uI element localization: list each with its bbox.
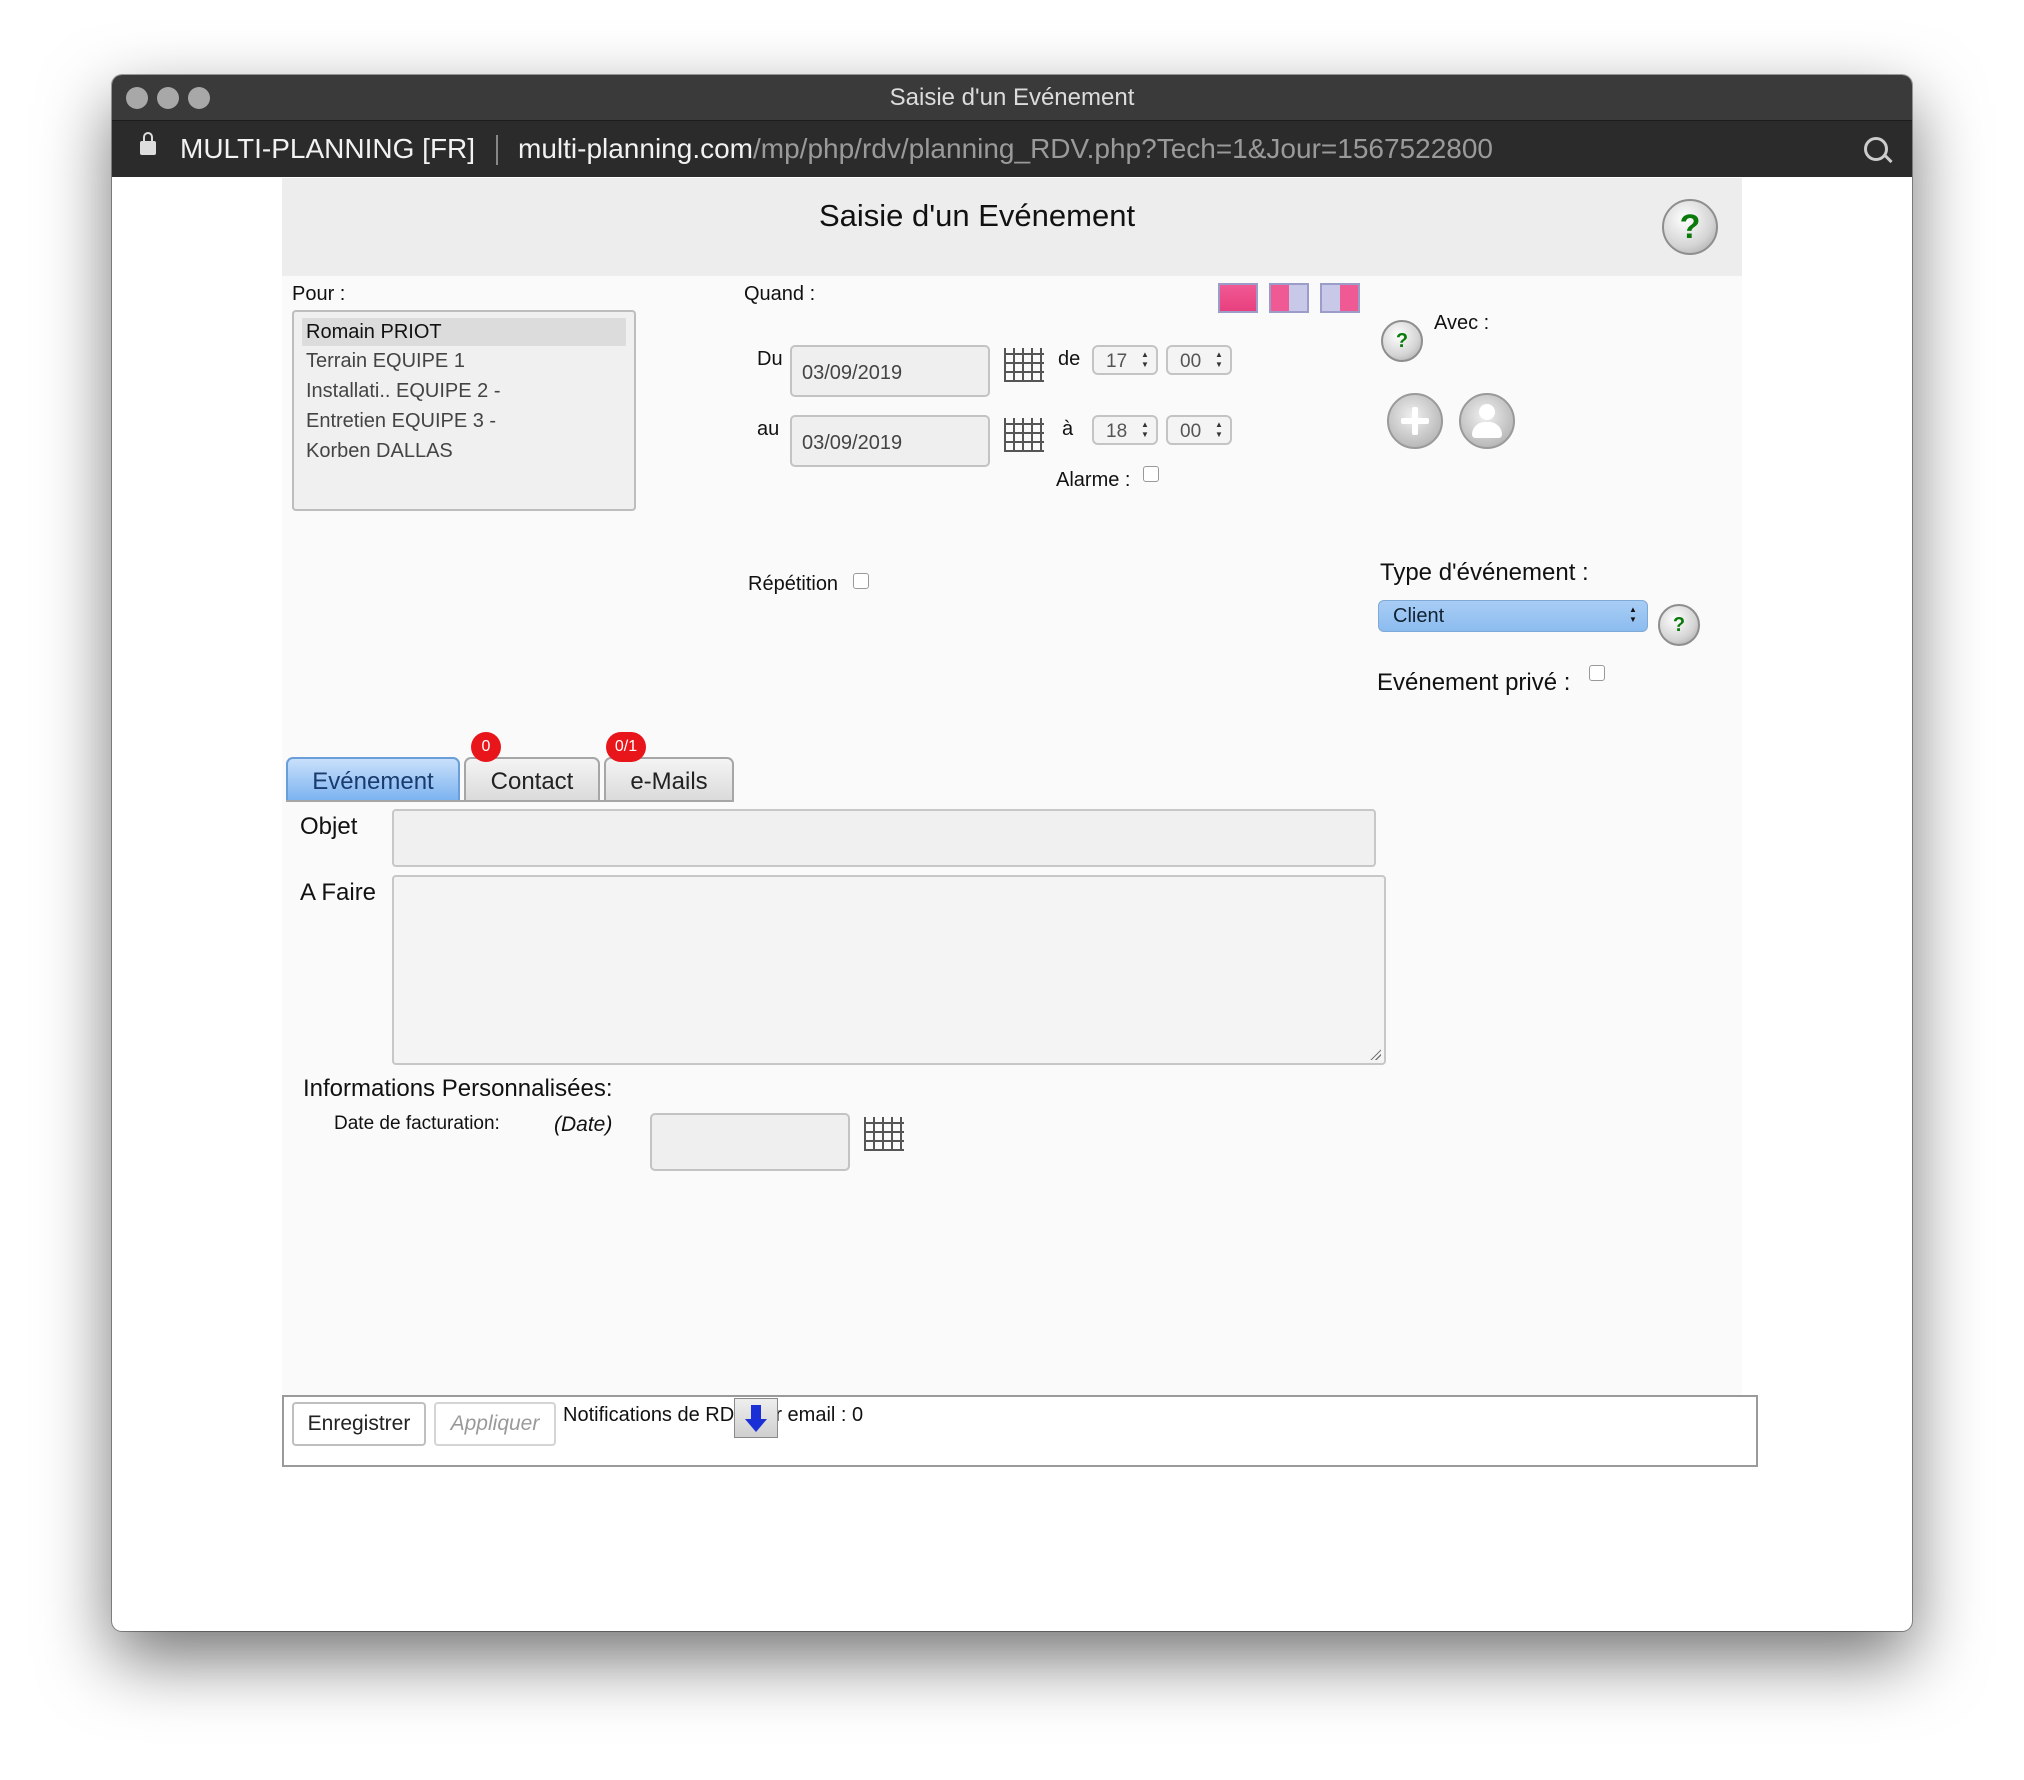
list-item[interactable]: Korben DALLAS bbox=[306, 440, 453, 463]
save-button[interactable]: Enregistrer bbox=[292, 1402, 426, 1446]
tab-underline bbox=[286, 800, 734, 802]
contact-count-badge: 0 bbox=[471, 732, 501, 762]
facturation-label: Date de facturation: bbox=[334, 1113, 500, 1134]
repetition-label: Répétition bbox=[748, 573, 839, 595]
private-event-checkbox[interactable] bbox=[1589, 665, 1605, 681]
objet-input[interactable] bbox=[392, 809, 1376, 867]
list-item[interactable]: Installati.. EQUIPE 2 - bbox=[306, 380, 501, 403]
tab-contact[interactable]: Contact bbox=[464, 757, 600, 801]
calendar-icon[interactable] bbox=[1004, 348, 1044, 382]
url-path: /mp/php/rdv/planning_RDV.php?Tech=1&Jour… bbox=[753, 133, 1493, 164]
end-date-input[interactable]: 03/09/2019 bbox=[790, 415, 990, 467]
plus-icon-vertical bbox=[1412, 407, 1418, 435]
window-title: Saisie d'un Evénement bbox=[889, 84, 1135, 111]
url-host: multi-planning.com bbox=[518, 133, 753, 164]
tab-emails[interactable]: e-Mails bbox=[604, 757, 734, 801]
url-text[interactable]: multi-planning.com/mp/php/rdv/planning_R… bbox=[518, 121, 1493, 177]
notifications-text: Notifications de RDV par email : 0 bbox=[563, 1404, 864, 1426]
type-evenement-label: Type d'événement : bbox=[1380, 559, 1589, 586]
add-participant-button[interactable] bbox=[1387, 393, 1443, 449]
start-minute-select[interactable]: 00 bbox=[1166, 345, 1232, 375]
address-separator bbox=[496, 135, 498, 165]
color-left-half-button[interactable] bbox=[1269, 283, 1309, 313]
site-name: MULTI-PLANNING [FR] bbox=[180, 133, 476, 164]
repetition-checkbox[interactable] bbox=[853, 573, 869, 589]
help-icon[interactable]: ? bbox=[1658, 604, 1700, 646]
private-event-label: Evénement privé : bbox=[1377, 669, 1571, 696]
info-personnalisees-title: Informations Personnalisées: bbox=[303, 1075, 613, 1102]
start-date-input[interactable]: 03/09/2019 bbox=[790, 345, 990, 397]
tab-evenement[interactable]: Evénement bbox=[286, 757, 460, 801]
de-label: de bbox=[1058, 348, 1081, 370]
color-full-button[interactable] bbox=[1218, 283, 1258, 313]
help-icon[interactable]: ? bbox=[1381, 320, 1423, 362]
avec-label: Avec : bbox=[1434, 312, 1490, 334]
event-type-select[interactable]: Client bbox=[1378, 600, 1648, 632]
list-item[interactable]: Romain PRIOT bbox=[302, 318, 626, 346]
end-hour-select[interactable]: 18 bbox=[1092, 415, 1158, 445]
facturation-date-input[interactable] bbox=[650, 1113, 850, 1171]
start-hour-select[interactable]: 17 bbox=[1092, 345, 1158, 375]
pour-label: Pour : bbox=[292, 283, 346, 305]
search-icon[interactable] bbox=[1864, 137, 1888, 161]
help-icon[interactable]: ? bbox=[1662, 199, 1718, 255]
end-minute-select[interactable]: 00 bbox=[1166, 415, 1232, 445]
address-bar[interactable]: MULTI-PLANNING [FR] multi-planning.com/m… bbox=[112, 121, 1912, 177]
quand-label: Quand : bbox=[744, 283, 816, 305]
calendar-icon[interactable] bbox=[1004, 418, 1044, 452]
add-contact-button[interactable] bbox=[1459, 393, 1515, 449]
au-label: au bbox=[757, 418, 780, 440]
title-bar: Saisie d'un Evénement bbox=[112, 75, 1912, 121]
page-title: Saisie d'un Evénement bbox=[818, 198, 1136, 233]
objet-label: Objet bbox=[300, 813, 358, 840]
browser-window: Saisie d'un Evénement MULTI-PLANNING [FR… bbox=[112, 75, 1912, 1631]
afaire-label: A Faire bbox=[300, 879, 377, 906]
user-icon bbox=[1479, 404, 1495, 420]
page-header: Saisie d'un Evénement bbox=[282, 178, 1742, 276]
apply-button[interactable]: Appliquer bbox=[434, 1402, 556, 1446]
lock-icon bbox=[140, 132, 156, 155]
calendar-icon[interactable] bbox=[864, 1117, 904, 1151]
a-label: à bbox=[1062, 418, 1074, 440]
color-right-half-button[interactable] bbox=[1320, 283, 1360, 313]
alarme-checkbox[interactable] bbox=[1143, 466, 1159, 482]
resize-handle-icon[interactable] bbox=[1369, 1048, 1381, 1060]
list-item[interactable]: Terrain EQUIPE 1 bbox=[306, 350, 465, 373]
download-arrow-icon[interactable] bbox=[734, 1398, 778, 1438]
list-item[interactable]: Entretien EQUIPE 3 - bbox=[306, 410, 496, 433]
du-label: Du bbox=[757, 348, 783, 370]
afaire-textarea[interactable] bbox=[392, 875, 1386, 1065]
pour-listbox[interactable]: Romain PRIOT Terrain EQUIPE 1 Installati… bbox=[292, 310, 636, 511]
emails-count-badge: 0/1 bbox=[606, 732, 646, 762]
user-icon-body bbox=[1472, 422, 1502, 438]
facturation-hint: (Date) bbox=[554, 1113, 613, 1136]
alarme-label: Alarme : bbox=[1056, 469, 1131, 491]
